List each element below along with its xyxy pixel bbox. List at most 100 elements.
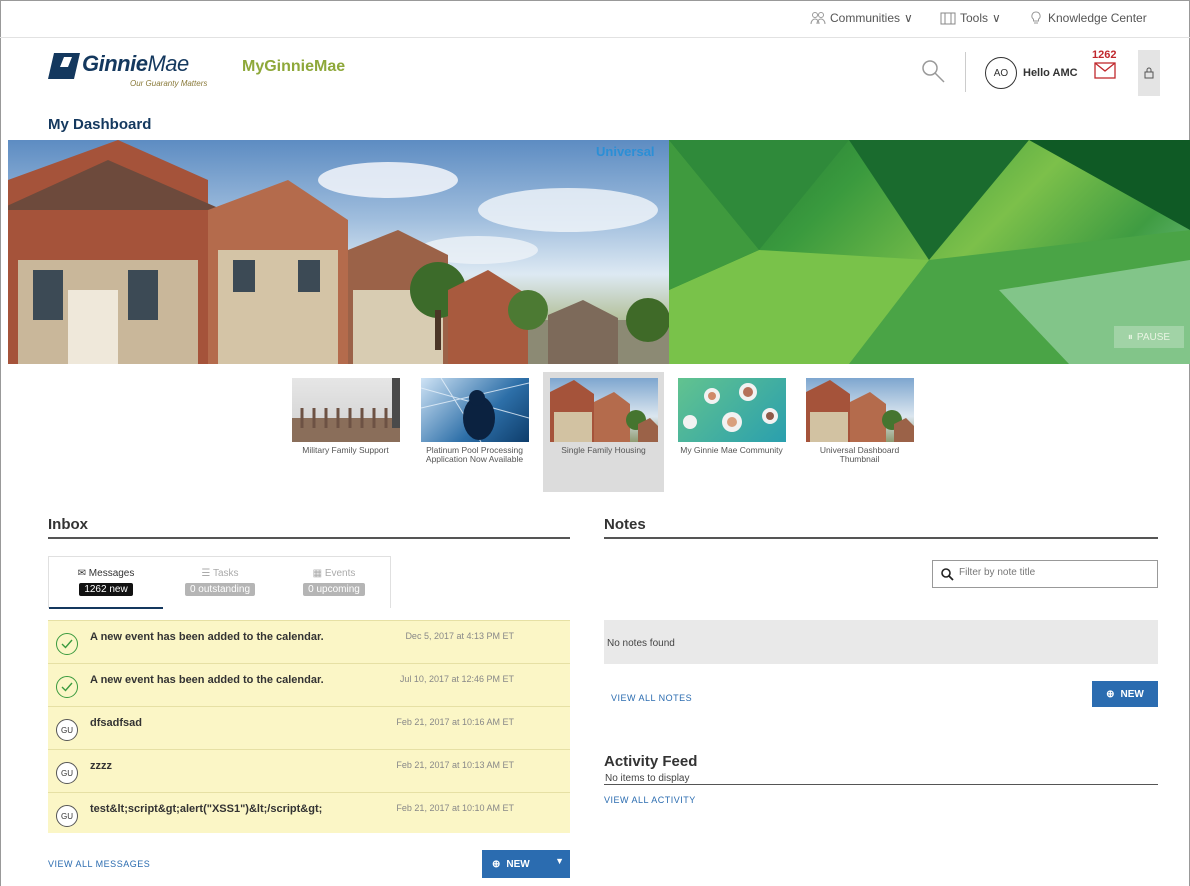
- message-date: Feb 21, 2017 at 10:13 AM ET: [396, 760, 514, 770]
- toolbox-icon: [940, 12, 956, 25]
- product-name[interactable]: MyGinnieMae: [242, 58, 345, 76]
- new-message-button[interactable]: ⊕ NEW ▼: [482, 850, 570, 878]
- activity-feed-title: Activity Feed: [604, 753, 698, 770]
- hero-title: Universal: [596, 144, 655, 159]
- message-date: Feb 21, 2017 at 10:16 AM ET: [396, 717, 514, 727]
- thumbnail-platinum-pool[interactable]: Platinum Pool Processing Application Now…: [414, 372, 535, 492]
- sender-avatar: GU: [56, 719, 78, 741]
- view-all-activity-link[interactable]: VIEW ALL ACTIVITY: [604, 795, 696, 805]
- logo-tagline: Our Guaranty Matters: [130, 79, 208, 88]
- list-item[interactable]: GU dfsadfsad Feb 21, 2017 at 10:16 AM ET: [48, 707, 570, 750]
- user-greeting[interactable]: Hello AMC: [1023, 67, 1078, 79]
- envelope-icon[interactable]: [1094, 62, 1116, 79]
- inbox-title: Inbox: [48, 516, 88, 533]
- thumbnail-caption: Single Family Housing: [561, 445, 646, 455]
- tab-events[interactable]: ▦ Events 0 upcoming: [277, 557, 391, 609]
- knowledge-center-label: Knowledge Center: [1048, 11, 1147, 25]
- list-item[interactable]: A new event has been added to the calend…: [48, 621, 570, 664]
- view-all-notes-link[interactable]: VIEW ALL NOTES: [611, 693, 692, 703]
- calendar-icon: ▦: [312, 568, 323, 579]
- header-divider: [965, 52, 966, 92]
- message-date: Feb 21, 2017 at 10:10 AM ET: [396, 803, 514, 813]
- chevron-down-icon: ∨: [904, 11, 913, 25]
- list-item[interactable]: GU zzzz Feb 21, 2017 at 10:13 AM ET: [48, 750, 570, 793]
- new-message-label: NEW: [506, 858, 530, 870]
- thumbnail-my-ginnie-mae-community[interactable]: My Ginnie Mae Community: [671, 372, 792, 492]
- lock-button[interactable]: [1138, 50, 1160, 96]
- sender-avatar: GU: [56, 805, 78, 827]
- search-icon[interactable]: [920, 58, 946, 84]
- sender-avatar: GU: [56, 762, 78, 784]
- message-subject: A new event has been added to the calend…: [90, 674, 324, 686]
- list-item[interactable]: A new event has been added to the calend…: [48, 664, 570, 707]
- activity-divider: [604, 784, 1158, 785]
- tab-messages-text: Messages: [88, 568, 135, 579]
- view-all-messages-link[interactable]: VIEW ALL MESSAGES: [48, 859, 150, 869]
- thumbnail-image: [806, 378, 914, 442]
- houses-illustration: [8, 140, 669, 364]
- message-date: Dec 5, 2017 at 4:13 PM ET: [405, 631, 514, 641]
- notes-empty-message: No notes found: [604, 620, 1158, 664]
- user-avatar[interactable]: AO: [985, 57, 1017, 89]
- note-filter-input[interactable]: [959, 567, 1149, 578]
- thumbnail-single-family-housing[interactable]: Single Family Housing: [543, 372, 664, 492]
- thumbnail-image: [678, 378, 786, 442]
- chevron-down-icon: ∨: [992, 11, 1001, 25]
- tab-messages-label: ✉ Messages: [49, 568, 163, 579]
- notes-title: Notes: [604, 516, 646, 533]
- thumbnail-caption: My Ginnie Mae Community: [680, 445, 783, 455]
- events-count-badge: 0 upcoming: [303, 583, 365, 596]
- thumbnail-image: [421, 378, 529, 442]
- tab-tasks-label: ☰ Tasks: [163, 568, 277, 579]
- people-icon: [810, 12, 826, 25]
- tab-events-text: Events: [324, 568, 356, 579]
- chevron-down-icon[interactable]: ▼: [555, 856, 564, 866]
- new-note-button[interactable]: ⊕ NEW: [1092, 681, 1158, 707]
- note-filter-field[interactable]: [932, 560, 1158, 588]
- search-icon: [941, 568, 954, 581]
- inbox-divider: [48, 537, 570, 539]
- check-circle-icon: [56, 633, 78, 655]
- pause-icon: ⏸: [1127, 331, 1133, 343]
- thumbnail-caption: Military Family Support: [302, 445, 389, 455]
- check-circle-icon: [56, 676, 78, 698]
- hero-photo-houses: [8, 140, 669, 364]
- knowledge-center-link[interactable]: Knowledge Center: [1028, 11, 1147, 25]
- hero-carousel[interactable]: Universal ⏸ PAUSE: [8, 140, 1190, 364]
- ginnie-mae-logo[interactable]: GinnieMae Our Guaranty Matters: [48, 51, 228, 91]
- carousel-thumbnails: Military Family Support Platinum Pool Pr…: [285, 372, 925, 492]
- plus-circle-icon: ⊕: [492, 858, 501, 870]
- communities-label: Communities: [830, 11, 901, 25]
- message-list: A new event has been added to the calend…: [48, 620, 570, 833]
- message-subject: test&lt;script&gt;alert("XSS1")&lt;/scri…: [90, 803, 323, 815]
- green-facets-graphic: [669, 140, 1190, 364]
- message-date: Jul 10, 2017 at 12:46 PM ET: [399, 674, 514, 684]
- tab-events-label: ▦ Events: [277, 568, 391, 579]
- message-subject: zzzz: [90, 760, 112, 772]
- tab-tasks[interactable]: ☰ Tasks 0 outstanding: [163, 557, 277, 609]
- thumbnail-universal-dashboard[interactable]: Universal Dashboard Thumbnail: [799, 372, 920, 492]
- list-icon: ☰: [201, 568, 211, 579]
- notes-divider: [604, 537, 1158, 539]
- tab-messages[interactable]: ✉ Messages 1262 new: [49, 557, 163, 609]
- list-item[interactable]: GU test&lt;script&gt;alert("XSS1")&lt;/s…: [48, 793, 570, 836]
- thumbnail-military-family-support[interactable]: Military Family Support: [285, 372, 406, 492]
- message-subject: A new event has been added to the calend…: [90, 631, 324, 643]
- hero-green-graphic: [669, 140, 1190, 364]
- logo-wordmark: GinnieMae: [82, 51, 189, 77]
- message-subject: dfsadfsad: [90, 717, 142, 729]
- tools-menu[interactable]: Tools ∨: [940, 11, 1001, 25]
- new-note-label: NEW: [1120, 688, 1144, 700]
- pause-button[interactable]: ⏸ PAUSE: [1114, 326, 1184, 348]
- utility-bar: Communities ∨ Tools ∨ Knowledge Center: [0, 0, 1190, 38]
- envelope-icon: ✉: [77, 568, 87, 579]
- mail-count-badge: 1262: [1092, 49, 1117, 61]
- activity-empty-message: No items to display: [605, 773, 690, 784]
- logo-mark-icon: [48, 53, 80, 79]
- thumbnail-image: [550, 378, 658, 442]
- inbox-tabs: ✉ Messages 1262 new ☰ Tasks 0 outstandin…: [48, 556, 391, 609]
- communities-menu[interactable]: Communities ∨: [810, 11, 913, 25]
- tasks-count-badge: 0 outstanding: [184, 583, 256, 596]
- logo-word-ginnie: Ginnie: [82, 51, 148, 76]
- thumbnail-caption: Universal Dashboard Thumbnail: [819, 445, 900, 464]
